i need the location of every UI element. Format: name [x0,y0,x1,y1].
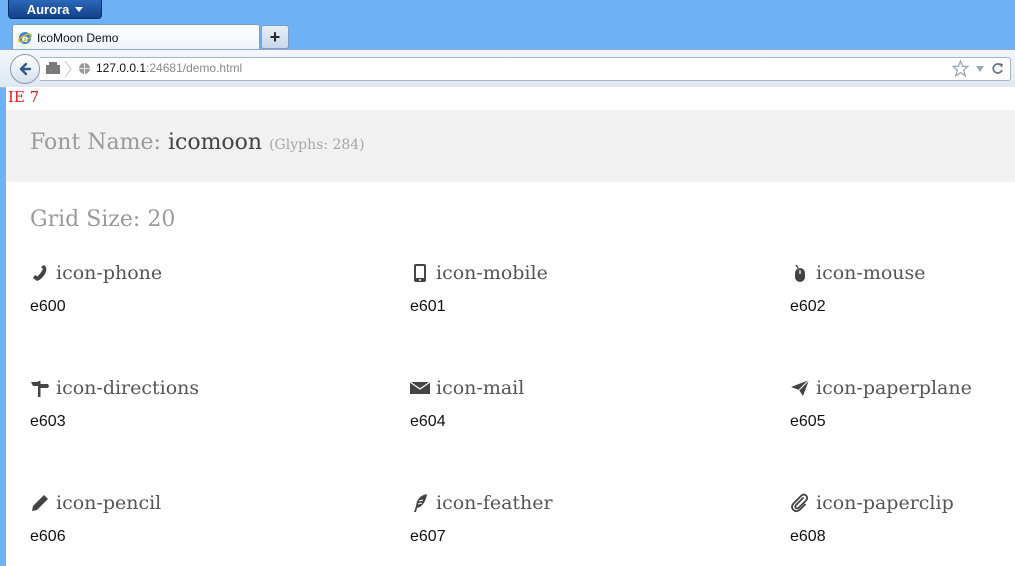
glyph-name: icon-mobile [436,262,548,284]
glyph-name: icon-paperclip [816,492,954,514]
mobile-icon [410,263,430,283]
tab-title: IcoMoon Demo [37,30,119,45]
app-menu-button[interactable]: Aurora [8,0,102,19]
font-name-value: icomoon [167,130,263,155]
glyph-name: icon-phone [56,262,163,284]
font-name-label: Font Name: [30,130,161,155]
dropdown-caret-icon [75,6,84,12]
plus-icon: + [269,26,281,47]
mouse-icon [790,263,810,283]
glyph-item: icon-directions e603 [30,377,390,431]
glyph-name: icon-directions [56,377,200,399]
glyph-name: icon-mail [436,377,525,399]
glyph-code: e607 [410,528,446,545]
font-header: Font Name: icomoon (Glyphs: 284) [6,110,1015,182]
separator-chevron-icon [64,60,72,78]
url-path: :24681/demo.html [146,61,243,75]
glyph-code: e608 [790,528,826,545]
glyph-item: icon-mouse e602 [790,262,1015,316]
phone-icon [30,263,50,283]
directions-icon [30,378,50,398]
history-dropdown-icon[interactable] [975,65,985,73]
pencil-icon [30,493,50,513]
glyph-code: e601 [410,298,446,315]
feather-icon [410,493,430,513]
mail-icon [410,378,430,398]
url-text[interactable]: 127.0.0.1:24681/demo.html [96,61,242,75]
glyph-name: icon-paperplane [816,377,972,399]
url-bar[interactable]: 127.0.0.1:24681/demo.html [40,57,1011,81]
glyph-name: icon-pencil [56,492,162,514]
font-name-heading: Font Name: icomoon (Glyphs: 284) [30,130,365,155]
page-content: IE 7 Font Name: icomoon (Glyphs: 284) Gr… [6,87,1015,566]
paperclip-icon [790,493,810,513]
paperplane-icon [790,378,810,398]
glyph-item: icon-mail e604 [410,377,770,431]
back-button[interactable] [10,54,40,84]
reload-icon[interactable] [991,62,1004,75]
glyph-code: e602 [790,298,826,315]
glyph-name: icon-feather [436,492,553,514]
grid-size-heading: Grid Size: 20 [30,207,176,232]
glyph-code: e603 [30,413,66,430]
glyph-count: (Glyphs: 284) [269,137,365,153]
glyph-code: e600 [30,298,66,315]
url-host: 127.0.0.1 [96,61,147,75]
ie-version-label: IE 7 [8,88,40,106]
glyph-item: icon-feather e607 [410,492,770,546]
globe-icon[interactable] [78,62,91,75]
glyph-item: icon-phone e600 [30,262,390,316]
bookmark-star-icon[interactable] [952,60,969,77]
history-icon[interactable] [46,62,60,74]
glyph-code: e604 [410,413,446,430]
back-arrow-icon [19,62,32,76]
new-tab-button[interactable]: + [261,25,289,49]
glyph-item: icon-paperclip e608 [790,492,1015,546]
glyph-code: e606 [30,528,66,545]
glyph-code: e605 [790,413,826,430]
app-menu-label: Aurora [26,1,70,17]
glyph-item: icon-mobile e601 [410,262,770,316]
glyph-name: icon-mouse [816,262,926,284]
ie-favicon-icon: e [18,31,32,45]
tab-icomoon-demo[interactable]: e IcoMoon Demo [12,24,260,50]
navigation-bar: 127.0.0.1:24681/demo.html [0,49,1015,88]
glyph-item: icon-paperplane e605 [790,377,1015,431]
glyph-item: icon-pencil e606 [30,492,390,546]
